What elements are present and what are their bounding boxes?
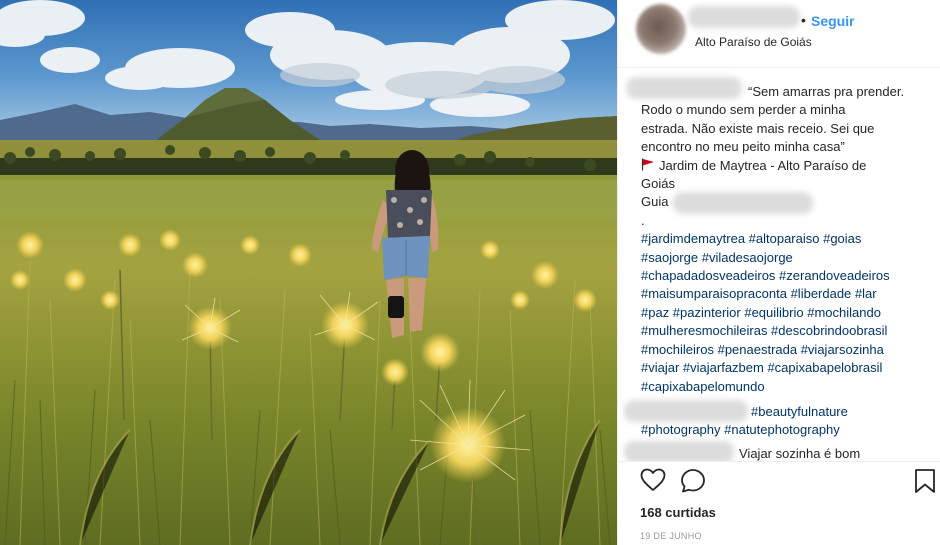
hashtag-line[interactable]: #jardimdemaytrea #altoparaiso #goias xyxy=(641,230,936,248)
location-link[interactable]: Alto Paraíso de Goiás xyxy=(695,35,812,49)
landscape-image xyxy=(0,0,617,545)
bookmark-icon[interactable] xyxy=(914,468,936,494)
comment-hashtags[interactable]: #photography #natutephotography xyxy=(641,421,840,439)
commenter-redacted[interactable] xyxy=(624,400,748,422)
hashtag-line[interactable]: #mulheresmochileiras #descobrindoobrasil xyxy=(641,322,936,340)
hashtag-line[interactable]: #maisumparaisopraconta #liberdade #lar xyxy=(641,285,936,303)
commenter-redacted[interactable] xyxy=(624,441,734,461)
hashtag-line[interactable]: #mochileiros #penaestrada #viajarsozinha xyxy=(641,341,936,359)
comment-hashtags[interactable]: #beautyfulnature xyxy=(751,403,848,421)
username-redacted[interactable] xyxy=(688,6,800,28)
likes-count[interactable]: 168 curtidas xyxy=(640,505,716,520)
guide-name-redacted[interactable] xyxy=(673,192,813,214)
hashtag-line[interactable]: #capixabapelomundo xyxy=(641,378,936,396)
caption-line: estrada. Não existe mais receio. Sei que xyxy=(641,120,875,136)
comments-scroll-area[interactable]: “Sem amarras pra prender. Rodo o mundo s… xyxy=(618,69,940,461)
red-flag-icon xyxy=(641,158,654,171)
caption-line: “Sem amarras pra prender. xyxy=(748,84,905,99)
caption-location-text: Jardim de Maytrea - Alto Paraíso de xyxy=(659,157,867,173)
caption-line: . xyxy=(641,212,645,228)
caption-line: Rodo o mundo sem perder a minha xyxy=(641,102,846,118)
post-caption: “Sem amarras pra prender. Rodo o mundo s… xyxy=(641,83,936,396)
hashtag-line[interactable]: #saojorge #viladesaojorge xyxy=(641,249,936,267)
separator-dot: • xyxy=(801,12,806,28)
follow-button[interactable]: Seguir xyxy=(811,13,855,29)
hashtag-line[interactable]: #paz #pazinterior #equilibrio #mochiland… xyxy=(641,304,936,322)
comment-text: Viajar sozinha é bom xyxy=(739,446,861,461)
heart-icon[interactable] xyxy=(640,468,666,492)
hashtag-line[interactable]: #chapadadosveadeiros #zerandoveadeiros xyxy=(641,267,936,285)
caption-line-location: Jardim de Maytrea - Alto Paraíso de xyxy=(641,157,936,175)
hashtag-line[interactable]: #viajar #viajarfazbem #capixabapelobrasi… xyxy=(641,359,936,377)
post-photo[interactable] xyxy=(0,0,617,545)
avatar[interactable] xyxy=(636,4,686,54)
post-actions: 168 curtidas 19 DE JUNHO xyxy=(618,461,940,545)
post-date[interactable]: 19 DE JUNHO xyxy=(640,531,702,541)
comment-icon[interactable] xyxy=(680,468,706,493)
post-header: • Seguir Alto Paraíso de Goiás xyxy=(618,0,940,68)
caption-line: Goiás xyxy=(641,176,675,192)
post-sidebar: • Seguir Alto Paraíso de Goiás “Sem amar… xyxy=(617,0,940,545)
caption-line: encontro no meu peito minha casa” xyxy=(641,139,845,155)
